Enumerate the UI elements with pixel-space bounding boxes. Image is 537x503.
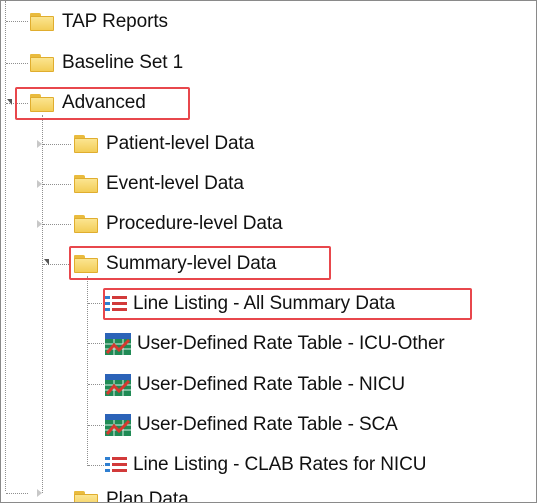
- tree-connector: [5, 1, 6, 491]
- tree-connector: [43, 224, 71, 225]
- tree-connector: [43, 184, 71, 185]
- line-listing-icon: [105, 456, 127, 474]
- tree-item-line-listing-clab-nicu[interactable]: Line Listing - CLAB Rates for NICU: [105, 450, 426, 480]
- tree-item-label: Baseline Set 1: [62, 52, 184, 73]
- tree-item-label: Plan Data: [106, 489, 189, 503]
- folder-icon: [73, 134, 99, 154]
- folder-icon: [73, 174, 99, 194]
- expander-open-icon[interactable]: [7, 99, 12, 105]
- tree-item-procedure-level-data[interactable]: Procedure-level Data: [73, 209, 283, 239]
- rate-table-icon: [105, 374, 131, 396]
- folder-icon: [29, 53, 55, 73]
- tree-item-label: Line Listing - All Summary Data: [133, 293, 395, 314]
- expander-closed-icon[interactable]: [37, 220, 42, 228]
- tree-connector: [6, 493, 28, 494]
- tree-item-summary-level-data[interactable]: Summary-level Data: [73, 249, 276, 279]
- expander-closed-icon[interactable]: [37, 140, 42, 148]
- tree-connector: [88, 384, 104, 385]
- tree-item-label: User-Defined Rate Table - SCA: [137, 414, 398, 435]
- folder-open-icon: [73, 254, 99, 274]
- tree-item-rate-table-icu-other[interactable]: User-Defined Rate Table - ICU-Other: [105, 329, 445, 359]
- folder-icon: [73, 490, 99, 502]
- tree-connector: [88, 465, 104, 466]
- tree-connector: [88, 425, 104, 426]
- tree-item-label: Advanced: [62, 92, 146, 113]
- tree-item-baseline-set-1[interactable]: Baseline Set 1: [29, 48, 183, 78]
- tree-connector: [6, 21, 28, 22]
- tree-connector: [42, 115, 43, 493]
- folder-icon: [73, 214, 99, 234]
- tree-item-label: User-Defined Rate Table - ICU-Other: [137, 333, 445, 354]
- tree-item-rate-table-nicu[interactable]: User-Defined Rate Table - NICU: [105, 370, 405, 400]
- tree-item-advanced[interactable]: Advanced: [29, 88, 146, 118]
- tree-connector: [87, 276, 88, 466]
- tree-item-patient-level-data[interactable]: Patient-level Data: [73, 129, 254, 159]
- folder-icon: [29, 12, 55, 32]
- expander-closed-icon[interactable]: [37, 180, 42, 188]
- tree-item-line-listing-all-summary[interactable]: Line Listing - All Summary Data: [105, 289, 395, 319]
- expander-open-icon[interactable]: [44, 259, 49, 265]
- line-listing-icon: [105, 295, 127, 313]
- tree-item-label: Procedure-level Data: [106, 213, 283, 234]
- tree-connector: [43, 144, 71, 145]
- report-tree-panel: TAP Reports Baseline Set 1 Advanced Pati…: [0, 0, 537, 503]
- tree-item-label: Patient-level Data: [106, 133, 255, 154]
- expander-closed-icon[interactable]: [37, 489, 42, 497]
- tree-item-label: Event-level Data: [106, 173, 244, 194]
- tree-item-label: Summary-level Data: [106, 253, 277, 274]
- tree-item-label: Line Listing - CLAB Rates for NICU: [133, 454, 427, 475]
- tree-item-rate-table-sca[interactable]: User-Defined Rate Table - SCA: [105, 410, 398, 440]
- rate-table-icon: [105, 333, 131, 355]
- tree-item-plan-data[interactable]: Plan Data: [73, 485, 189, 503]
- tree-item-tap-reports[interactable]: TAP Reports: [29, 7, 168, 37]
- tree-item-label: User-Defined Rate Table - NICU: [137, 374, 406, 395]
- tree-connector: [6, 63, 28, 64]
- tree-connector: [88, 343, 104, 344]
- folder-open-icon: [29, 93, 55, 113]
- rate-table-icon: [105, 414, 131, 436]
- tree-connector: [88, 303, 104, 304]
- tree-item-event-level-data[interactable]: Event-level Data: [73, 169, 244, 199]
- tree-item-label: TAP Reports: [62, 11, 168, 32]
